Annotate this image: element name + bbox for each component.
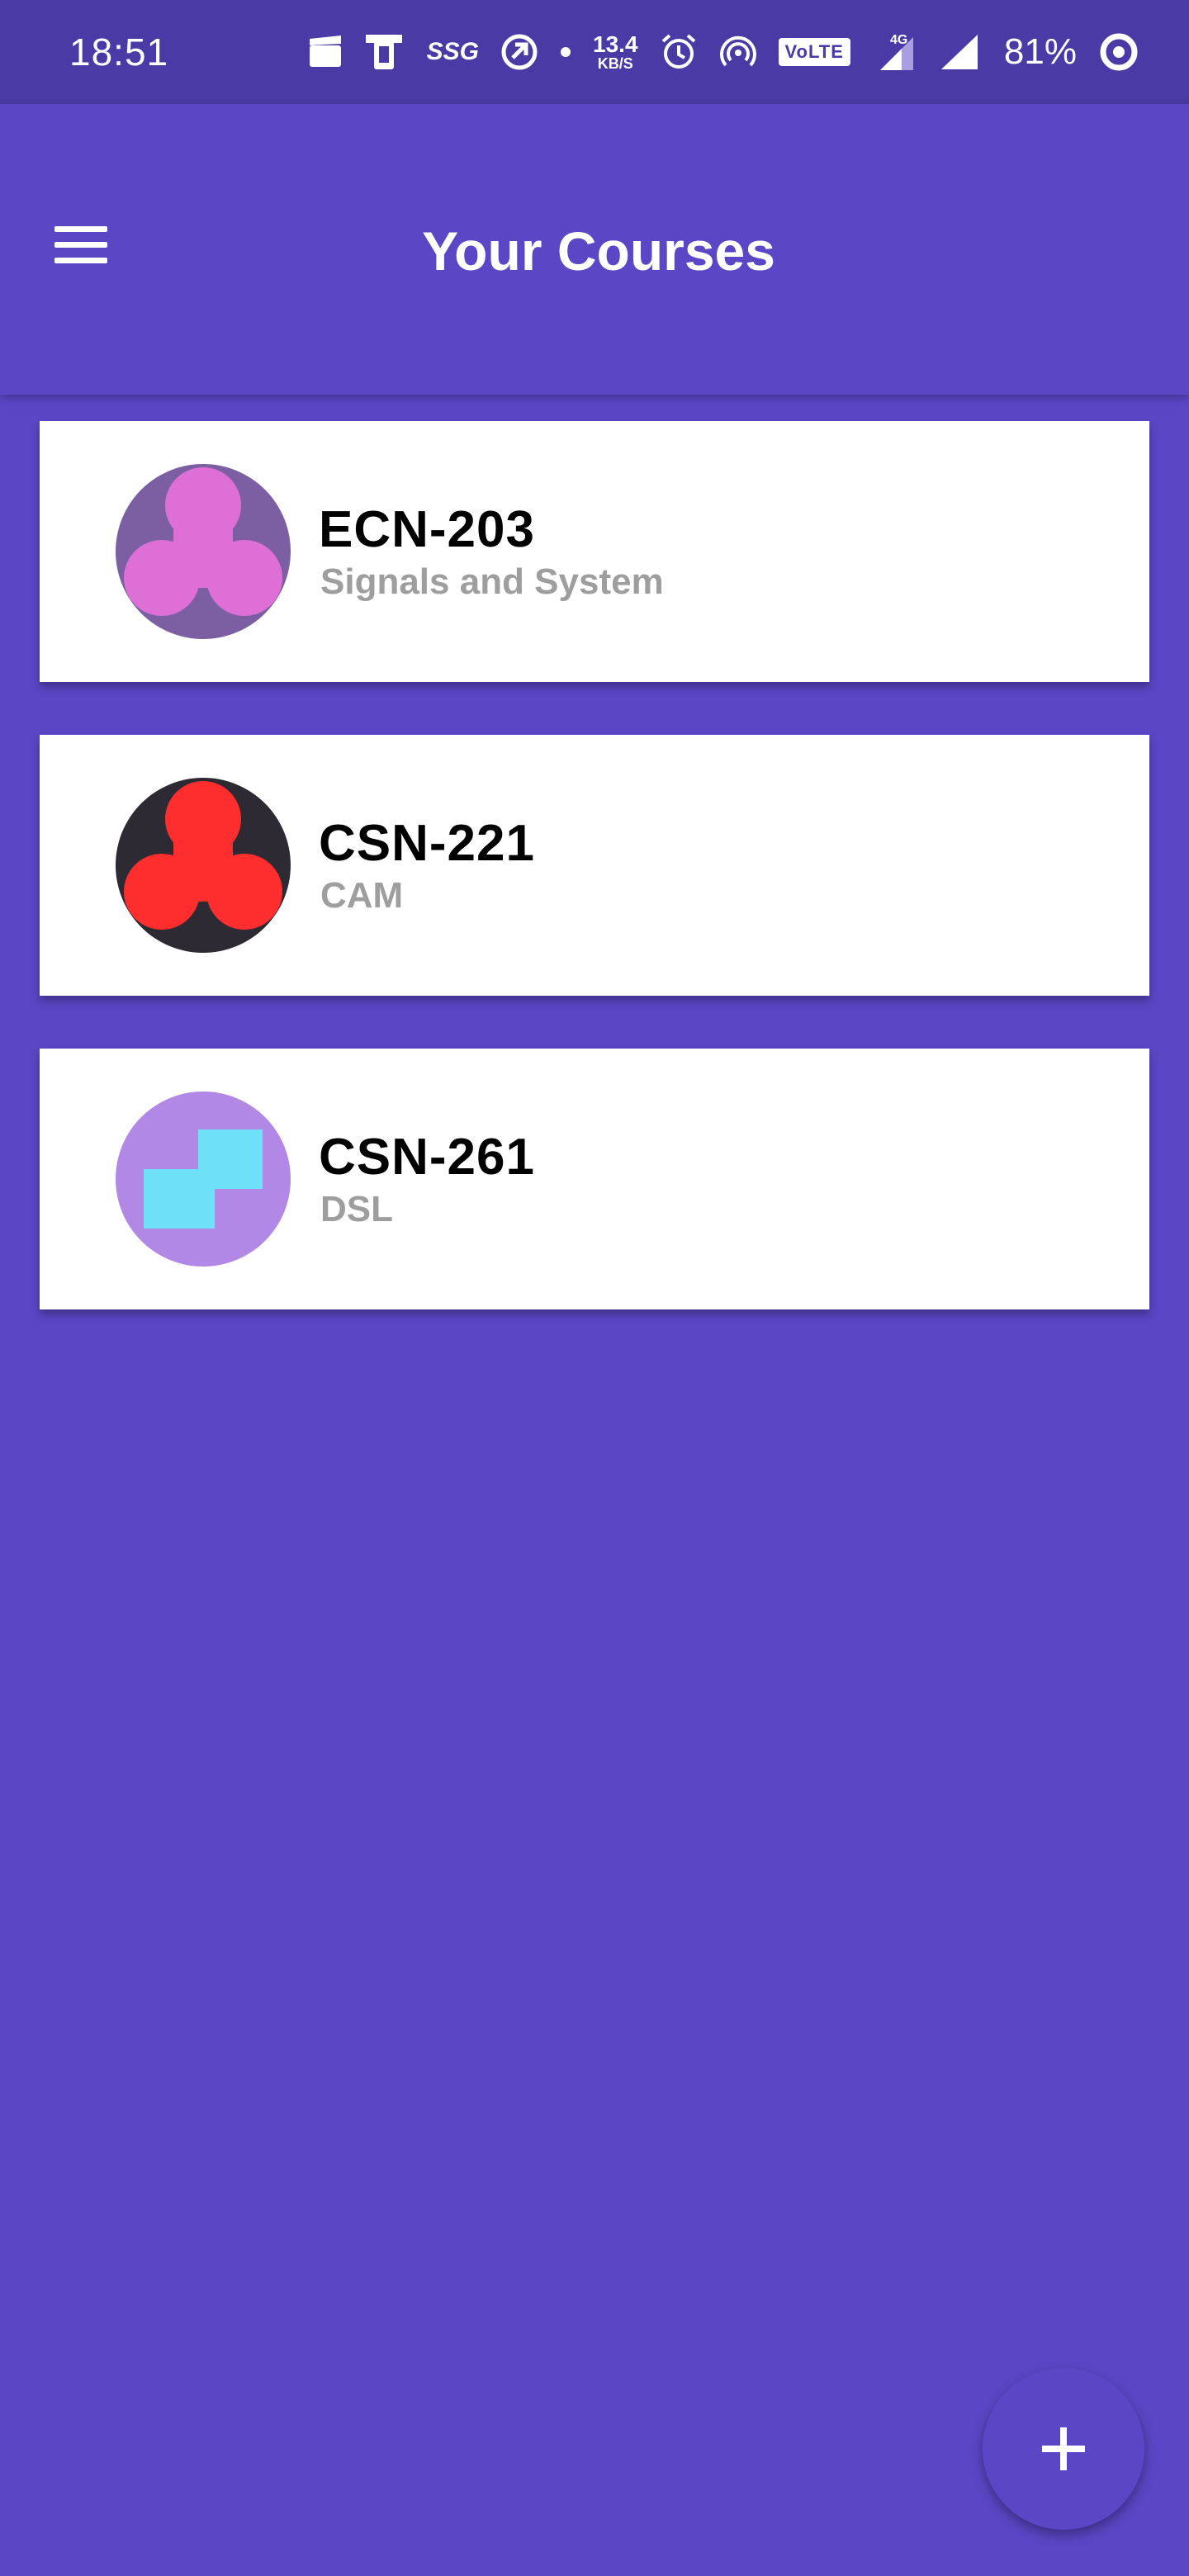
clapperboard-icon: [308, 36, 343, 69]
trefoil-avatar-icon: [116, 778, 291, 953]
course-name: CAM: [320, 875, 404, 916]
speed-unit: KB/S: [597, 55, 633, 72]
signal-icon: [940, 33, 979, 71]
app-bar: Your Courses: [0, 104, 1189, 395]
battery-percent: 81%: [1003, 31, 1077, 72]
plus-icon: [1042, 2427, 1085, 2470]
network-speed: 13.4 KB/S: [593, 31, 638, 72]
hotspot-icon: [719, 33, 757, 71]
course-code: CSN-261: [319, 1129, 535, 1186]
device-icon: [364, 33, 405, 71]
trefoil-avatar-icon: [116, 464, 291, 639]
speed-value: 13.4: [593, 31, 638, 57]
dot-icon: [560, 46, 571, 58]
add-course-button[interactable]: [983, 2368, 1144, 2530]
status-time: 18:51: [69, 31, 169, 73]
status-bar: 18:51 SSG 13.4 KB/S VoLTE 4G 81%: [0, 0, 1189, 104]
ssg-label: SSG: [426, 38, 480, 65]
squares-avatar-icon: [116, 1091, 291, 1267]
status-icons: SSG 13.4 KB/S VoLTE 4G 81%: [308, 31, 1139, 73]
volte-badge: VoLTE: [778, 38, 850, 66]
svg-text:4G: 4G: [890, 33, 907, 47]
course-code: CSN-221: [319, 815, 535, 872]
course-name: Signals and System: [320, 561, 664, 602]
course-avatar: [116, 778, 291, 953]
course-name: DSL: [320, 1189, 393, 1229]
course-avatar: [116, 464, 291, 639]
course-card-csn-221[interactable]: CSN-221 CAM: [40, 735, 1149, 996]
page-title: Your Courses: [422, 220, 775, 282]
alarm-icon: [660, 33, 698, 71]
course-code: ECN-203: [319, 501, 535, 558]
data-saver-icon: [500, 33, 538, 71]
course-card-csn-261[interactable]: CSN-261 DSL: [40, 1049, 1149, 1309]
battery-icon: [1098, 31, 1139, 73]
course-card-ecn-203[interactable]: ECN-203 Signals and System: [40, 421, 1149, 682]
signal-4g-icon: 4G: [872, 32, 918, 72]
course-avatar: [116, 1091, 291, 1267]
